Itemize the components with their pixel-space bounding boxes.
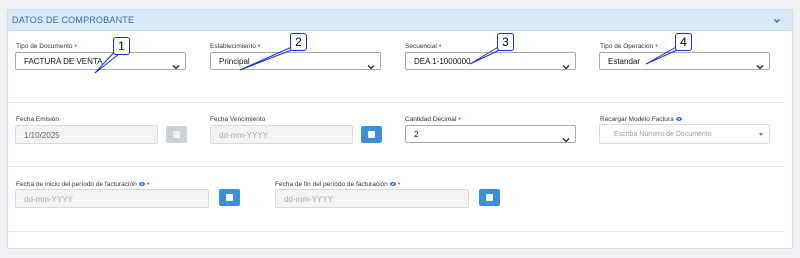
section-divider: [8, 102, 785, 103]
fecha-emision-input[interactable]: 1/10/2025: [15, 125, 158, 144]
tipo-documento-value: FACTURA DE VENTA: [24, 57, 103, 66]
callout-1: 1: [113, 37, 130, 55]
required-marker: •: [146, 181, 150, 188]
fecha-fin-input[interactable]: dd-mm-YYYY: [275, 189, 469, 208]
calendar-icon: [486, 194, 493, 201]
fecha-inicio-calendar-button[interactable]: [219, 189, 240, 206]
fecha-inicio-placeholder: dd-mm-YYYY: [24, 195, 73, 204]
caret-down-icon: [759, 133, 763, 136]
fecha-fin-placeholder: dd-mm-YYYY: [284, 195, 333, 204]
cantidad-decimal-select[interactable]: 2: [405, 125, 576, 143]
required-marker: •: [655, 43, 658, 50]
calendar-icon: [368, 131, 375, 138]
recargar-modelo-combobox[interactable]: Escriba Número de Documento: [599, 124, 770, 144]
chevron-down-icon: [562, 58, 570, 70]
section-divider: [8, 166, 785, 167]
eye-icon: [675, 117, 682, 122]
establecimiento-label: Establecimiento •: [210, 43, 261, 50]
fecha-fin-label: Fecha de fin del período de facturación •: [275, 181, 401, 188]
callout-3: 3: [497, 33, 514, 51]
fecha-inicio-input[interactable]: dd-mm-YYYY: [15, 189, 209, 208]
required-marker: •: [438, 43, 442, 50]
tipo-operacion-select[interactable]: Estandar: [599, 52, 770, 70]
cantidad-decimal-value: 2: [414, 130, 419, 139]
cantidad-decimal-label: Cantidad Decimal •: [405, 116, 461, 123]
fecha-emision-label: Fecha Emisión: [16, 116, 59, 123]
chevron-down-icon: [367, 58, 375, 70]
chevron-down-icon: [172, 58, 180, 70]
panel-header[interactable]: DATOS DE COMPROBANTE: [8, 10, 792, 31]
section-divider: [8, 231, 785, 232]
fecha-vencimiento-label: Fecha Vencimiento: [210, 116, 266, 123]
required-marker: •: [257, 43, 261, 50]
chevron-down-icon: [756, 58, 764, 70]
eye-icon: [138, 182, 145, 187]
establecimiento-value: Principal: [219, 57, 250, 66]
establecimiento-select[interactable]: Principal: [210, 52, 381, 70]
required-marker: •: [397, 181, 401, 188]
calendar-icon: [173, 131, 180, 138]
eye-icon: [389, 182, 396, 187]
tipo-documento-select[interactable]: FACTURA DE VENTA: [15, 52, 186, 70]
panel-title: DATOS DE COMPROBANTE: [12, 15, 135, 25]
fecha-vencimiento-calendar-button[interactable]: [361, 126, 382, 143]
calendar-icon: [226, 194, 233, 201]
callout-2: 2: [290, 33, 307, 51]
required-marker: •: [458, 116, 461, 123]
tipo-documento-label: Tipo de Documento •: [16, 43, 77, 50]
recargar-modelo-placeholder: Escriba Número de Documento: [614, 131, 712, 138]
recargar-modelo-label: Recargar Modelo Factura: [600, 116, 682, 123]
secuencial-value: DEA 1-1000000: [414, 57, 471, 66]
fecha-emision-calendar-button[interactable]: [166, 126, 187, 143]
chevron-down-icon: [562, 131, 570, 143]
callout-4: 4: [675, 33, 692, 51]
fecha-vencimiento-input[interactable]: dd-mm-YYYY: [210, 125, 353, 144]
chevron-down-icon[interactable]: [772, 13, 782, 23]
secuencial-select[interactable]: DEA 1-1000000: [405, 52, 576, 70]
fecha-emision-value: 1/10/2025: [24, 131, 60, 140]
fecha-inicio-label: Fecha de inicio del período de facturaci…: [16, 181, 150, 188]
tipo-operacion-label: Tipo de Operación •: [600, 43, 658, 50]
secuencial-label: Secuencial •: [405, 43, 442, 50]
tipo-operacion-value: Estandar: [608, 57, 641, 66]
required-marker: •: [74, 43, 77, 50]
fecha-vencimiento-placeholder: dd-mm-YYYY: [219, 131, 268, 140]
fecha-fin-calendar-button[interactable]: [479, 189, 500, 206]
